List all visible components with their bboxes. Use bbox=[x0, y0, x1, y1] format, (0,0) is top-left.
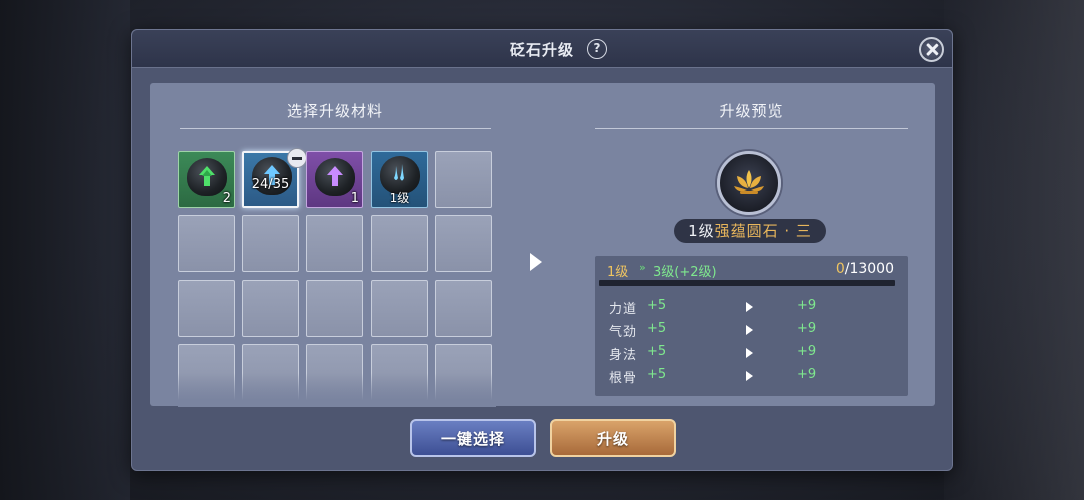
help-icon[interactable]: ? bbox=[587, 39, 607, 59]
arrow-right-icon bbox=[746, 302, 753, 312]
stat-row: 气劲 +5 +9 bbox=[609, 321, 899, 340]
arrow-right-icon bbox=[746, 348, 753, 358]
green-arrow-icon bbox=[199, 166, 215, 186]
stone-name: 强蕴圆石 · 三 bbox=[714, 222, 812, 240]
background-right bbox=[944, 0, 1084, 500]
arrow-right-icon bbox=[746, 325, 753, 335]
stat-next: +9 bbox=[797, 298, 817, 313]
background-left bbox=[0, 0, 130, 500]
upgrade-button[interactable]: 升级 bbox=[550, 419, 676, 457]
content-panel: 选择升级材料 2 24/35 1 1级 升级预览 1级强蕴圆石 · 三 1级 »… bbox=[150, 83, 935, 407]
level-arrow-icon: » bbox=[639, 261, 646, 274]
stat-name: 身法 bbox=[609, 348, 638, 363]
empty-slot[interactable] bbox=[435, 215, 492, 272]
stone-icon bbox=[315, 158, 355, 196]
slot-level: 1级 bbox=[389, 191, 410, 205]
title-bar: 砭石升级 ? bbox=[132, 30, 952, 68]
empty-slot[interactable] bbox=[178, 280, 235, 337]
arrow-right-icon bbox=[746, 371, 753, 381]
empty-slot[interactable] bbox=[306, 215, 363, 272]
stat-row: 身法 +5 +9 bbox=[609, 344, 899, 363]
material-slot[interactable]: 1 bbox=[306, 151, 363, 208]
empty-slot[interactable] bbox=[242, 215, 299, 272]
preview-section-title: 升级预览 bbox=[719, 102, 784, 120]
stat-next: +9 bbox=[797, 344, 817, 359]
purple-arrow-icon bbox=[327, 166, 343, 186]
auto-select-button[interactable]: 一键选择 bbox=[410, 419, 536, 457]
close-icon[interactable] bbox=[919, 37, 944, 62]
material-slot-selected[interactable]: 24/35 bbox=[242, 148, 307, 208]
stone-level: 1级 bbox=[688, 222, 715, 240]
water-drop-icon bbox=[394, 164, 404, 181]
material-slot[interactable]: 1级 bbox=[371, 151, 428, 208]
stat-current: +5 bbox=[647, 344, 667, 359]
stat-next: +9 bbox=[797, 321, 817, 336]
slot-count: 2 bbox=[222, 191, 231, 206]
stat-name: 力道 bbox=[609, 302, 638, 317]
upgrade-dialog: 砭石升级 ? 选择升级材料 2 24/35 1 1级 升级预览 1级强蕴圆石 ·… bbox=[131, 29, 953, 471]
preview-section-divider bbox=[595, 128, 908, 129]
material-section-divider bbox=[180, 128, 491, 129]
grid-scroll-fade bbox=[178, 373, 496, 407]
empty-slot[interactable] bbox=[178, 215, 235, 272]
empty-slot[interactable] bbox=[371, 280, 428, 337]
stat-next: +9 bbox=[797, 367, 817, 382]
empty-slot[interactable] bbox=[306, 280, 363, 337]
empty-slot[interactable] bbox=[371, 215, 428, 272]
material-slot[interactable]: 2 bbox=[178, 151, 235, 208]
level-from: 1级 bbox=[607, 265, 629, 280]
exp-current: 0 bbox=[835, 261, 845, 277]
stat-name: 气劲 bbox=[609, 325, 638, 340]
exp-readout: 0/13000 bbox=[836, 261, 894, 277]
exp-total: /13000 bbox=[844, 261, 894, 277]
slot-count: 1 bbox=[350, 191, 359, 206]
stone-icon bbox=[187, 158, 227, 196]
arrow-right-icon bbox=[530, 253, 542, 271]
empty-slot[interactable] bbox=[435, 280, 492, 337]
empty-slot[interactable] bbox=[242, 280, 299, 337]
exp-progress-bar bbox=[599, 280, 895, 286]
material-section-title: 选择升级材料 bbox=[286, 102, 383, 120]
lotus-icon bbox=[734, 170, 764, 194]
stat-row: 力道 +5 +9 bbox=[609, 298, 899, 317]
slot-quantity: 24/35 bbox=[251, 177, 290, 192]
dialog-title: 砭石升级 bbox=[509, 41, 574, 59]
stone-name-label: 1级强蕴圆石 · 三 bbox=[674, 219, 826, 243]
empty-slot[interactable] bbox=[435, 151, 492, 208]
stat-current: +5 bbox=[647, 367, 667, 382]
stat-name: 根骨 bbox=[609, 371, 638, 386]
remove-icon[interactable] bbox=[287, 148, 307, 168]
level-to: 3级(+2级) bbox=[653, 265, 717, 280]
stat-row: 根骨 +5 +9 bbox=[609, 367, 899, 386]
upgrade-stats-panel: 1级 » 3级(+2级) 0/13000 力道 +5 +9 气劲 +5 +9 身… bbox=[595, 256, 908, 396]
stat-current: +5 bbox=[647, 298, 667, 313]
stat-current: +5 bbox=[647, 321, 667, 336]
stone-preview bbox=[717, 151, 781, 215]
